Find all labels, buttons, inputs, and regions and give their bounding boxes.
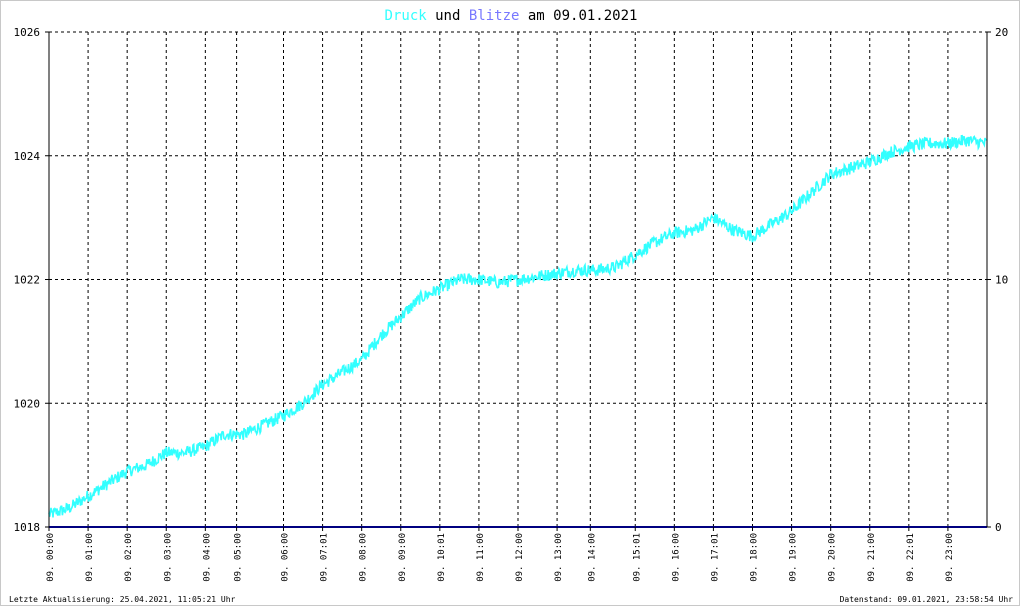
x-tick-label: 09. 18:00 <box>750 533 760 582</box>
y-right-tick-label: 10 <box>995 274 1008 287</box>
y-left-tick-label: 1020 <box>14 397 41 410</box>
x-tick-label: 09. 04:00 <box>202 533 212 582</box>
chart-frame: Druck und Blitze am 09.01.2021 1018 1020 1… <box>0 0 1020 606</box>
x-tick-label: 09. 07:01 <box>320 533 330 582</box>
x-tick-label: 09. 02:00 <box>124 533 134 582</box>
x-tick-label: 09. 19:00 <box>789 533 799 582</box>
title-blitze: Blitze <box>469 8 520 24</box>
x-tick-label: 09. 11:00 <box>476 533 486 582</box>
x-tick-label: 09. 01:00 <box>85 533 95 582</box>
title-date: am 09.01.2021 <box>519 8 637 24</box>
chart-canvas: Druck und Blitze am 09.01.2021 101810201… <box>9 8 1014 604</box>
footer-last-update: Letzte Aktualisierung: 25.04.2021, 11:05… <box>9 595 236 604</box>
y-left-tick-label: 1018 <box>14 521 41 534</box>
x-tick-label: 09. 16:00 <box>671 533 681 582</box>
x-tick-label: 09. 21:00 <box>867 533 877 582</box>
title-druck: Druck <box>385 8 428 24</box>
y-axis-left-labels: 1018 1020 1022 1024 1026 <box>14 26 49 534</box>
y-right-tick-label: 0 <box>995 521 1002 534</box>
footer-data-status: Datenstand: 09.01.2021, 23:58:54 Uhr <box>840 595 1014 604</box>
x-axis-labels: 09. 00:00 09. 01:00 09. 02:00 09. 03:00 09. … <box>46 527 955 582</box>
x-tick-label: 09. 23:00 <box>945 533 955 582</box>
x-tick-label: 09. 06:00 <box>281 533 291 582</box>
x-tick-label: 09. 13:00 <box>554 533 564 582</box>
x-tick-label: 09. 12:00 <box>515 533 525 582</box>
x-tick-label: 09. 14:00 <box>587 533 597 582</box>
chart-title: Druck und Blitze am 09.01.2021 <box>385 8 638 24</box>
title-und: und <box>427 8 469 24</box>
y-left-tick-label: 1024 <box>14 150 41 163</box>
x-tick-label: 09. 00:00 <box>46 533 56 582</box>
y-axis-right-labels: 0 10 20 <box>987 26 1008 534</box>
x-tick-label: 09. 10:01 <box>437 533 447 582</box>
x-tick-label: 09. 05:00 <box>234 533 244 582</box>
x-tick-label: 09. 08:00 <box>359 533 369 582</box>
y-right-tick-label: 20 <box>995 26 1008 39</box>
x-tick-label: 09. 15:01 <box>632 533 642 582</box>
y-left-tick-label: 1026 <box>14 26 41 39</box>
x-tick-label: 09. 03:00 <box>163 533 173 582</box>
x-tick-label: 09. 17:01 <box>710 533 720 582</box>
x-tick-label: 09. 09:00 <box>398 533 408 582</box>
x-tick-label: 09. 20:00 <box>828 533 838 582</box>
x-tick-label: 09. 22:01 <box>906 533 916 582</box>
y-left-tick-label: 1022 <box>14 274 41 287</box>
